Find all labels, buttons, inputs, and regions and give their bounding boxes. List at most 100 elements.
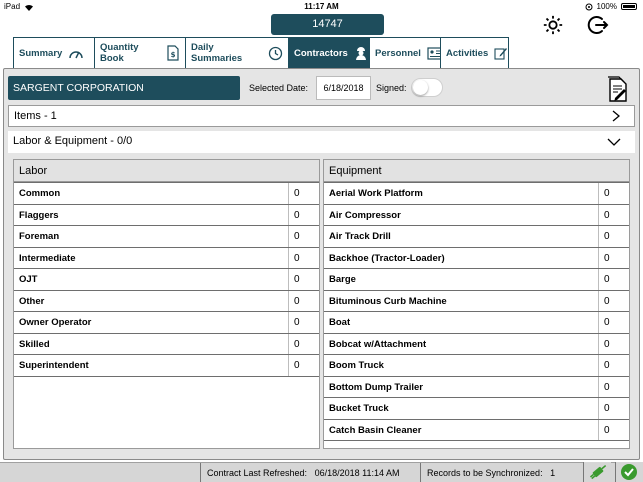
- labor-value[interactable]: 0: [288, 247, 319, 268]
- labor-equipment-section-header[interactable]: Labor & Equipment - 0/0: [8, 131, 635, 153]
- equipment-row[interactable]: Bucket Truck 0: [324, 397, 629, 420]
- sync-button[interactable]: [583, 462, 611, 482]
- labor-row-superintendent[interactable]: Superintendent 0: [14, 354, 319, 377]
- location-icon: [585, 3, 593, 10]
- equipment-value[interactable]: 0: [598, 204, 629, 225]
- ios-status-bar: iPad 11:17 AM 100%: [0, 0, 643, 13]
- labor-value[interactable]: 0: [288, 290, 319, 311]
- equipment-row[interactable]: Bobcat w/Attachment 0: [324, 332, 629, 355]
- signed-toggle[interactable]: [411, 78, 443, 97]
- tab-summary[interactable]: Summary: [13, 37, 95, 68]
- equipment-value[interactable]: 0: [598, 183, 629, 204]
- labor-rows: Common 0 Flaggers 0 Foreman 0 Intermediate 0…: [14, 182, 319, 377]
- last-refreshed: Contract Last Refreshed: 06/18/2018 11:1…: [200, 463, 416, 482]
- equipment-row[interactable]: Air Track Drill 0: [324, 225, 629, 248]
- labor-row-other[interactable]: Other 0: [14, 289, 319, 312]
- items-section-label: Items - 1: [14, 110, 57, 122]
- contractor-name: SARGENT CORPORATION: [8, 76, 240, 100]
- worker-icon: [355, 47, 366, 60]
- items-section-header[interactable]: Items - 1: [8, 105, 635, 127]
- status-ok-button[interactable]: [615, 462, 643, 482]
- equipment-name: Bobcat w/Attachment: [329, 338, 427, 350]
- labor-row-common[interactable]: Common 0: [14, 182, 319, 205]
- equipment-row[interactable]: Barge 0: [324, 268, 629, 291]
- equipment-value[interactable]: 0: [598, 247, 629, 268]
- status-right: 100%: [585, 2, 637, 11]
- equipment-row[interactable]: Bottom Dump Trailer 0: [324, 375, 629, 398]
- equipment-value[interactable]: 0: [598, 398, 629, 419]
- check-circle-icon: [621, 464, 637, 480]
- tab-daily-summaries[interactable]: Daily Summaries: [185, 37, 289, 68]
- labor-value[interactable]: 0: [288, 333, 319, 354]
- equipment-name: Boat: [329, 317, 351, 328]
- equipment-row[interactable]: Backhoe (Tractor-Loader) 0: [324, 246, 629, 269]
- equipment-value[interactable]: 0: [598, 226, 629, 247]
- selected-date-field[interactable]: 6/18/2018: [316, 76, 371, 100]
- tab-label: Contractors: [294, 47, 348, 59]
- labor-value[interactable]: 0: [288, 312, 319, 333]
- equipment-row[interactable]: Bituminous Curb Machine 0: [324, 289, 629, 312]
- records-to-sync-label: Records to be Synchronized:: [427, 468, 543, 478]
- labor-name: Owner Operator: [19, 317, 92, 328]
- toggle-knob: [413, 80, 428, 95]
- gear-icon[interactable]: [542, 14, 564, 36]
- equipment-row[interactable]: Boom Truck 0: [324, 354, 629, 377]
- equipment-name: Backhoe (Tractor-Loader): [329, 252, 445, 264]
- labor-equipment-section-label: Labor & Equipment - 0/0: [13, 135, 133, 147]
- labor-name: Other: [19, 295, 45, 307]
- plug-icon: [589, 464, 607, 480]
- equipment-value[interactable]: 0: [598, 376, 629, 397]
- labor-value[interactable]: 0: [288, 355, 319, 376]
- equipment-rows: Aerial Work Platform 0 Air Compressor 0 Ai…: [324, 182, 629, 441]
- equipment-table[interactable]: Equipment Aerial Work Platform 0 Air Comp…: [323, 159, 630, 449]
- labor-name: Foreman: [19, 231, 60, 242]
- tab-activities[interactable]: Activities: [440, 37, 509, 68]
- equipment-row[interactable]: Catch Basin Cleaner 0: [324, 418, 629, 441]
- contract-id-badge[interactable]: 14747: [271, 14, 384, 35]
- equipment-name: Boom Truck: [329, 360, 384, 371]
- equipment-row[interactable]: Aerial Work Platform 0: [324, 182, 629, 205]
- labor-name: Common: [19, 188, 61, 199]
- logout-icon[interactable]: [586, 13, 610, 37]
- labor-value[interactable]: 0: [288, 269, 319, 290]
- signed-label: Signed:: [376, 83, 407, 93]
- labor-header: Labor: [14, 160, 319, 182]
- labor-row-intermediate[interactable]: Intermediate 0: [14, 246, 319, 269]
- equipment-value[interactable]: 0: [598, 355, 629, 376]
- tab-personnel[interactable]: Personnel: [369, 37, 443, 68]
- equipment-value[interactable]: 0: [598, 312, 629, 333]
- footer-bar: Contract Last Refreshed: 06/18/2018 11:1…: [0, 462, 643, 482]
- chevron-down-icon: [607, 138, 621, 146]
- tab-label: Activities: [446, 47, 489, 59]
- equipment-name: Air Track Drill: [329, 231, 391, 242]
- labor-value[interactable]: 0: [288, 204, 319, 225]
- labor-name: Flaggers: [19, 209, 59, 221]
- tab-quantity-book[interactable]: Quantity Book $: [94, 37, 186, 68]
- equipment-name: Bituminous Curb Machine: [329, 295, 447, 307]
- equipment-name: Air Compressor: [329, 209, 401, 221]
- equipment-value[interactable]: 0: [598, 269, 629, 290]
- labor-row-ojt[interactable]: OJT 0: [14, 268, 319, 291]
- equipment-value[interactable]: 0: [598, 290, 629, 311]
- equipment-value[interactable]: 0: [598, 333, 629, 354]
- equipment-row[interactable]: Boat 0: [324, 311, 629, 334]
- labor-row-owner-operator[interactable]: Owner Operator 0: [14, 311, 319, 334]
- labor-value[interactable]: 0: [288, 183, 319, 204]
- labor-row-foreman[interactable]: Foreman 0: [14, 225, 319, 248]
- records-to-sync: Records to be Synchronized: 1: [420, 463, 580, 482]
- main-tabs: Summary Quantity Book $ Daily Summaries …: [13, 37, 509, 68]
- labor-name: OJT: [19, 274, 38, 285]
- labor-row-skilled[interactable]: Skilled 0: [14, 332, 319, 355]
- selected-date-label: Selected Date:: [249, 83, 309, 93]
- equipment-value[interactable]: 0: [598, 419, 629, 440]
- labor-value[interactable]: 0: [288, 226, 319, 247]
- document-dollar-icon: $: [167, 45, 179, 61]
- tab-label: Summary: [19, 47, 63, 59]
- labor-row-flaggers[interactable]: Flaggers 0: [14, 203, 319, 226]
- equipment-name: Aerial Work Platform: [329, 188, 423, 199]
- document-sign-icon[interactable]: [606, 76, 630, 103]
- tab-contractors[interactable]: Contractors: [288, 37, 370, 68]
- equipment-name: Catch Basin Cleaner: [329, 424, 422, 436]
- last-refreshed-label: Contract Last Refreshed:: [207, 468, 308, 478]
- equipment-row[interactable]: Air Compressor 0: [324, 203, 629, 226]
